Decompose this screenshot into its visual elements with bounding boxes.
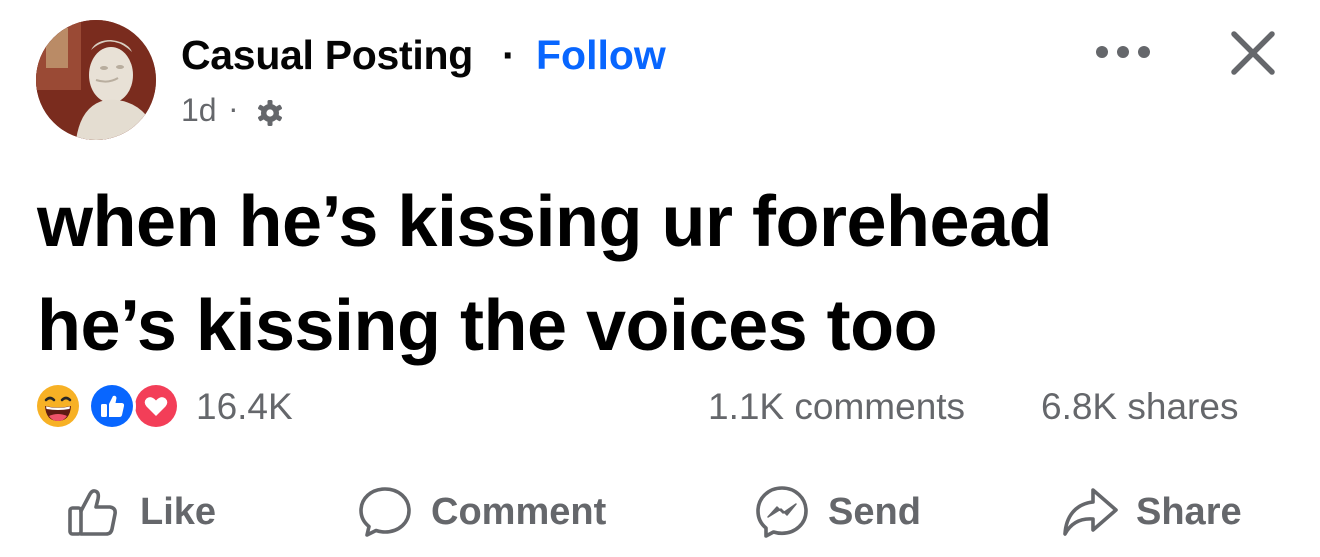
comment-button[interactable]: Comment bbox=[355, 482, 606, 542]
send-button[interactable]: Send bbox=[752, 482, 921, 542]
post-timestamp[interactable]: 1d bbox=[181, 92, 217, 129]
post-text-line: when he’s kissing ur forehead bbox=[37, 182, 1053, 262]
like-button[interactable]: Like bbox=[64, 482, 216, 542]
post-text: when he’s kissing ur forehead he’s kissi… bbox=[37, 170, 1287, 378]
page-name[interactable]: Casual Posting bbox=[181, 32, 473, 79]
more-options-icon[interactable] bbox=[1094, 44, 1152, 60]
statue-profile-image bbox=[36, 20, 156, 140]
comment-label: Comment bbox=[431, 490, 607, 533]
messenger-icon bbox=[756, 486, 808, 538]
meta-separator: · bbox=[228, 90, 239, 126]
shares-count[interactable]: 6.8K shares bbox=[1041, 386, 1238, 428]
love-icon bbox=[132, 382, 180, 430]
action-bar: Like Comment Send Share bbox=[0, 470, 1320, 550]
follow-button[interactable]: Follow bbox=[536, 32, 666, 79]
haha-icon bbox=[34, 382, 82, 430]
share-button[interactable]: Share bbox=[1060, 482, 1242, 542]
reaction-count[interactable]: 16.4K bbox=[196, 386, 293, 428]
post-text-line: he’s kissing the voices too bbox=[37, 286, 938, 366]
send-label: Send bbox=[828, 490, 921, 533]
share-arrow-icon bbox=[1063, 488, 1118, 536]
name-separator: · bbox=[502, 32, 516, 78]
thumbs-up-icon bbox=[68, 489, 117, 536]
like-label: Like bbox=[140, 490, 217, 533]
share-label: Share bbox=[1136, 490, 1242, 533]
comments-count[interactable]: 1.1K comments bbox=[708, 386, 965, 428]
avatar[interactable] bbox=[36, 20, 156, 140]
comment-bubble-icon bbox=[359, 487, 411, 537]
like-icon bbox=[88, 382, 136, 430]
post-header: Casual Posting · Follow 1d · bbox=[0, 0, 1320, 150]
close-icon[interactable] bbox=[1230, 30, 1276, 76]
gear-icon bbox=[254, 97, 286, 129]
